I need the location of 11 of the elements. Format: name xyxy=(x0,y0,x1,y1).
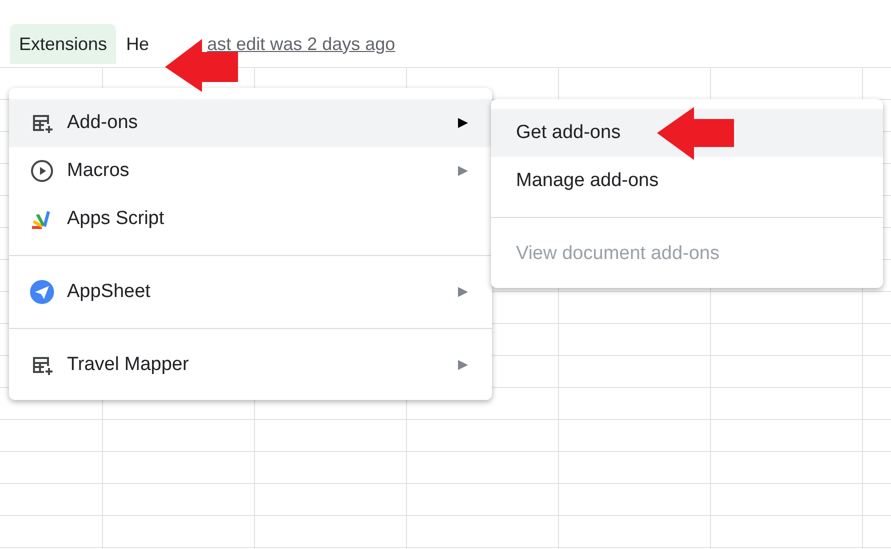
paper-plane-icon xyxy=(30,280,54,304)
menu-item[interactable]: Apps Script xyxy=(9,195,492,243)
menu-button[interactable]: Extensions xyxy=(10,24,116,64)
menu-item[interactable]: Macros xyxy=(9,147,492,195)
menu-item[interactable]: Add-ons xyxy=(9,99,492,147)
play-circle-icon xyxy=(30,159,54,183)
last-edit-link[interactable]: ast edit was 2 days ago xyxy=(207,30,396,58)
menu-item[interactable]: Travel Mapper xyxy=(9,341,492,389)
menu-item[interactable]: Manage add-ons xyxy=(491,157,883,205)
menu-button[interactable]: He xyxy=(124,24,152,64)
menu-item[interactable]: AppSheet xyxy=(9,268,492,316)
